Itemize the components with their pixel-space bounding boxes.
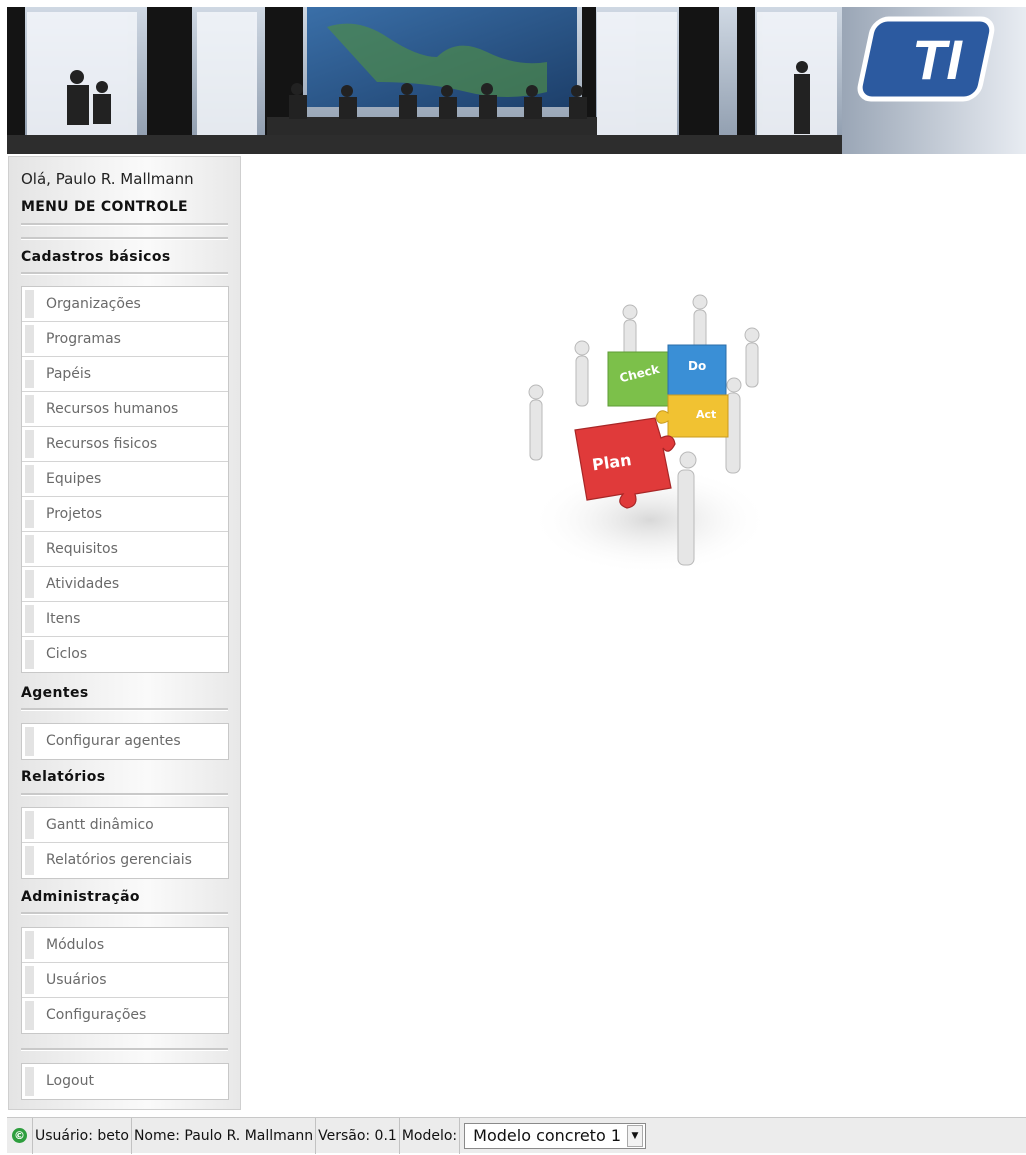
item-marker <box>25 325 34 353</box>
sidebar-menu: Olá, Paulo R. Mallmann MENU DE CONTROLE … <box>8 156 241 1110</box>
menu-item-label: Configurações <box>46 1007 147 1023</box>
menu-item-modulos[interactable]: Módulos <box>22 928 228 963</box>
item-marker <box>25 966 34 994</box>
menu-item-label: Requisitos <box>46 541 118 557</box>
menu-item-label: Itens <box>46 611 81 627</box>
menu-item-label: Equipes <box>46 471 102 487</box>
item-marker <box>25 605 34 633</box>
svg-text:Act: Act <box>696 408 716 421</box>
menu-item-usuarios[interactable]: Usuários <box>22 963 228 998</box>
header-banner: TI <box>7 7 1026 154</box>
status-version: Versão: 0.1 <box>316 1117 400 1154</box>
menu-item-configurar-agentes[interactable]: Configurar agentes <box>22 724 228 759</box>
item-marker <box>25 290 34 318</box>
menu-item-programas[interactable]: Programas <box>22 322 228 357</box>
menu-item-ciclos[interactable]: Ciclos <box>22 637 228 672</box>
item-marker <box>25 500 34 528</box>
menu-item-label: Usuários <box>46 972 107 988</box>
status-bar: © Usuário: beto Nome: Paulo R. Mallmann … <box>7 1117 1026 1154</box>
divider <box>21 1048 228 1051</box>
model-select[interactable]: Modelo concreto 1 ▼ <box>464 1122 646 1149</box>
item-marker <box>25 1001 34 1030</box>
item-marker <box>25 811 34 839</box>
item-marker <box>25 931 34 959</box>
menu-item-label: Projetos <box>46 506 103 522</box>
menu-item-recursos-humanos[interactable]: Recursos humanos <box>22 392 228 427</box>
section-title-relatorios: Relatórios <box>21 769 106 785</box>
item-marker <box>25 727 34 756</box>
section-title-cadastros: Cadastros básicos <box>21 249 171 265</box>
menu-item-relatorios-gerenciais[interactable]: Relatórios gerenciais <box>22 843 228 878</box>
menu-list-administracao: Módulos Usuários Configurações <box>21 927 229 1034</box>
menu-item-projetos[interactable]: Projetos <box>22 497 228 532</box>
menu-item-itens[interactable]: Itens <box>22 602 228 637</box>
item-marker <box>25 430 34 458</box>
divider <box>21 793 228 796</box>
item-marker <box>25 395 34 423</box>
model-select-value: Modelo concreto 1 <box>473 1126 621 1145</box>
menu-item-recursos-fisicos[interactable]: Recursos fisicos <box>22 427 228 462</box>
menu-list-relatorios: Gantt dinâmico Relatórios gerenciais <box>21 807 229 879</box>
item-marker <box>25 640 34 669</box>
menu-item-label: Gantt dinâmico <box>46 817 154 833</box>
menu-item-papeis[interactable]: Papéis <box>22 357 228 392</box>
menu-item-atividades[interactable]: Atividades <box>22 567 228 602</box>
menu-item-label: Papéis <box>46 366 92 382</box>
menu-item-gantt-dinamico[interactable]: Gantt dinâmico <box>22 808 228 843</box>
menu-item-configuracoes[interactable]: Configurações <box>22 998 228 1033</box>
svg-text:Do: Do <box>688 359 706 373</box>
copyright-icon[interactable]: © <box>12 1128 27 1143</box>
item-marker <box>25 360 34 388</box>
item-marker <box>25 465 34 493</box>
logout-button[interactable]: Logout <box>22 1064 228 1099</box>
menu-list-logout: Logout <box>21 1063 229 1100</box>
svg-text:TI: TI <box>912 28 963 91</box>
divider <box>21 272 228 275</box>
menu-item-label: Programas <box>46 331 121 347</box>
menu-item-label: Recursos fisicos <box>46 436 158 452</box>
menu-list-agentes: Configurar agentes <box>21 723 229 760</box>
divider <box>21 912 228 915</box>
divider <box>21 708 228 711</box>
menu-list-cadastros: Organizações Programas Papéis Recursos h… <box>21 286 229 673</box>
divider <box>21 237 228 240</box>
pdca-puzzle-image: Check Do Act Plan <box>520 290 782 582</box>
menu-item-label: Organizações <box>46 296 141 312</box>
logout-label: Logout <box>46 1073 94 1089</box>
section-title-agentes: Agentes <box>21 685 89 701</box>
menu-item-label: Recursos humanos <box>46 401 179 417</box>
menu-item-label: Relatórios gerenciais <box>46 852 192 868</box>
item-marker <box>25 570 34 598</box>
user-greeting: Olá, Paulo R. Mallmann <box>21 170 194 188</box>
copyright-cell: © <box>7 1117 33 1154</box>
menu-item-organizacoes[interactable]: Organizações <box>22 287 228 322</box>
company-logo: TI <box>857 16 995 102</box>
menu-title: MENU DE CONTROLE <box>21 199 188 215</box>
menu-item-label: Módulos <box>46 937 105 953</box>
section-title-administracao: Administração <box>21 889 140 905</box>
status-name: Nome: Paulo R. Mallmann <box>132 1117 317 1154</box>
menu-item-label: Ciclos <box>46 646 88 662</box>
menu-item-label: Atividades <box>46 576 120 592</box>
item-marker <box>25 1067 34 1096</box>
status-user: Usuário: beto <box>33 1117 132 1154</box>
menu-item-equipes[interactable]: Equipes <box>22 462 228 497</box>
item-marker <box>25 535 34 563</box>
chevron-down-icon[interactable]: ▼ <box>627 1124 643 1147</box>
item-marker <box>25 846 34 875</box>
menu-item-requisitos[interactable]: Requisitos <box>22 532 228 567</box>
menu-item-label: Configurar agentes <box>46 733 181 749</box>
divider <box>21 223 228 226</box>
status-model-label: Modelo: <box>400 1117 461 1154</box>
